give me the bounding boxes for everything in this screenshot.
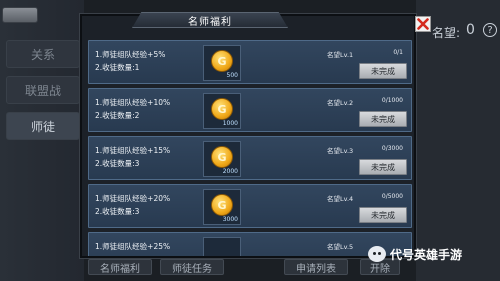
progress-count: 0/1	[393, 49, 403, 56]
close-button[interactable]	[415, 16, 431, 32]
task-row: 1.师徒组队经验+15% 2.收徒数量:3 G 2000 名望Lv.3 0/30…	[88, 136, 412, 180]
task-line: 1.师徒组队经验+10%	[95, 98, 171, 107]
sidebar-item-label: 联盟战	[24, 83, 61, 98]
reward-amount: 2000	[222, 168, 238, 175]
rank-value: 0	[466, 22, 475, 38]
sidebar-item-label: 师徒	[30, 119, 55, 134]
reward-amount: 500	[226, 72, 238, 79]
task-row: 1.师徒组队经验+10% 2.收徒数量:2 G 1000 名望Lv.2 0/10…	[88, 88, 412, 132]
rank-level: 名望Lv.1	[327, 51, 354, 59]
reward-amount: 1000	[222, 120, 238, 127]
task-description: 1.师徒组队经验+5% 2.收徒数量:1	[95, 48, 165, 74]
mentor-benefits-dialog: 1.师徒组队经验+5% 2.收徒数量:1 G 500 名望Lv.1 0/1 未完…	[80, 14, 416, 258]
button-label: 师徒任务	[172, 263, 212, 275]
close-x-icon	[417, 18, 429, 30]
coin-icon: G	[211, 146, 233, 168]
button-label: 未完成	[371, 66, 395, 76]
task-line: 1.师徒组队经验+25%	[95, 242, 171, 251]
dialog-title: 名师福利	[132, 12, 288, 28]
task-description: 1.师徒组队经验+25%	[95, 240, 170, 253]
task-line: 2.收徒数量:1	[95, 63, 140, 72]
task-line: 2.收徒数量:3	[95, 207, 140, 216]
reward-slot[interactable]: G 3000	[203, 189, 241, 225]
application-list-button[interactable]: 申请列表	[284, 259, 348, 275]
reward-amount: 3000	[222, 216, 238, 223]
reward-slot[interactable]	[203, 237, 241, 256]
task-line: 1.师徒组队经验+20%	[95, 194, 171, 203]
mentor-benefits-button[interactable]: 名师福利	[88, 259, 152, 275]
task-line: 1.师徒组队经验+15%	[95, 146, 171, 155]
reward-slot[interactable]: G 1000	[203, 93, 241, 129]
sidebar-item-label: 关系	[30, 47, 55, 62]
button-label: 名师福利	[100, 263, 140, 275]
incomplete-button[interactable]: 未完成	[359, 159, 407, 175]
task-row: 1.师徒组队经验+5% 2.收徒数量:1 G 500 名望Lv.1 0/1 未完…	[88, 40, 412, 84]
coin-icon: G	[211, 98, 233, 120]
back-tab[interactable]	[2, 7, 38, 23]
wechat-icon	[368, 246, 386, 262]
rank-level: 名望Lv.3	[327, 147, 354, 155]
sidebar-item-relations[interactable]: 关系	[6, 40, 80, 68]
button-label: 未完成	[371, 162, 395, 172]
incomplete-button[interactable]: 未完成	[359, 63, 407, 79]
task-description: 1.师徒组队经验+15% 2.收徒数量:3	[95, 144, 170, 170]
incomplete-button[interactable]: 未完成	[359, 207, 407, 223]
coin-icon: G	[211, 50, 233, 72]
task-line: 2.收徒数量:3	[95, 159, 140, 168]
task-row: 1.师徒组队经验+25% 名望Lv.5	[88, 232, 412, 256]
watermark: 代号英雄手游	[368, 244, 462, 264]
coin-icon: G	[211, 194, 233, 216]
rank-level: 名望Lv.2	[327, 99, 354, 107]
rank-level: 名望Lv.5	[327, 243, 354, 251]
task-line: 2.收徒数量:2	[95, 111, 140, 120]
progress-count: 0/1000	[381, 97, 403, 104]
rank-level: 名望Lv.4	[327, 195, 354, 203]
task-line: 1.师徒组队经验+5%	[95, 50, 166, 59]
mentor-tasks-button[interactable]: 师徒任务	[160, 259, 224, 275]
help-icon[interactable]: ?	[483, 23, 497, 37]
progress-count: 0/3000	[381, 145, 403, 152]
incomplete-button[interactable]: 未完成	[359, 111, 407, 127]
sidebar-item-alliance[interactable]: 联盟战	[6, 76, 80, 104]
button-label: 未完成	[371, 114, 395, 124]
progress-count: 0/5000	[381, 193, 403, 200]
button-label: 申请列表	[296, 263, 336, 275]
background-right-panel	[416, 0, 500, 281]
task-row: 1.师徒组队经验+20% 2.收徒数量:3 G 3000 名望Lv.4 0/50…	[88, 184, 412, 228]
reward-slot[interactable]: G 500	[203, 45, 241, 81]
task-description: 1.师徒组队经验+20% 2.收徒数量:3	[95, 192, 170, 218]
watermark-text: 代号英雄手游	[390, 247, 463, 262]
sidebar-item-mentor[interactable]: 师徒	[6, 112, 80, 140]
reward-slot[interactable]: G 2000	[203, 141, 241, 177]
button-label: 未完成	[371, 210, 395, 220]
rank-label: 名望:	[432, 26, 461, 40]
task-description: 1.师徒组队经验+10% 2.收徒数量:2	[95, 96, 170, 122]
